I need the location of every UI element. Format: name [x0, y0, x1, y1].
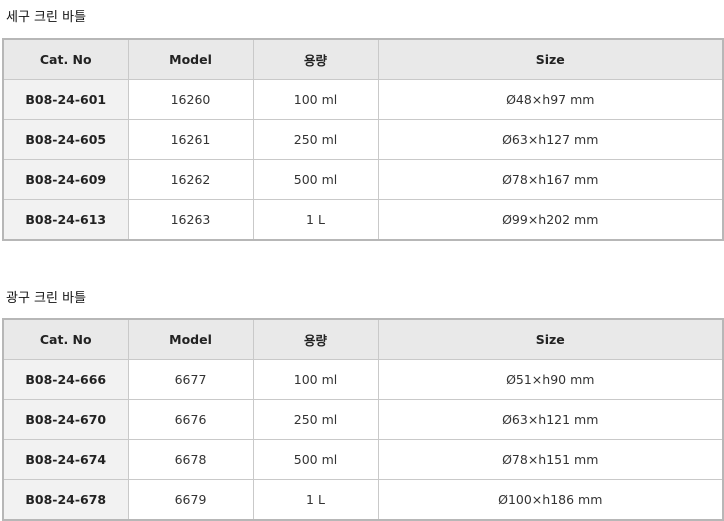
cell-model: 6678 [127, 439, 254, 480]
header-size: Size [377, 318, 724, 360]
header-cat-no: Cat. No [2, 318, 129, 360]
cell-capacity: 1 L [252, 199, 379, 241]
header-capacity: 용량 [252, 318, 379, 360]
cell-cat-no: B08-24-666 [2, 359, 129, 400]
spec-table-narrow-neck: Cat. No Model 용량 Size B08-24-601 16260 1… [2, 38, 724, 241]
cell-model: 16262 [127, 159, 254, 200]
table-row: B08-24-674 6678 500 ml Ø78×h151 mm [2, 439, 724, 480]
header-size: Size [377, 38, 724, 80]
spec-table-wide-neck: Cat. No Model 용량 Size B08-24-666 6677 10… [2, 318, 724, 521]
cell-model: 6679 [127, 479, 254, 521]
cell-cat-no: B08-24-674 [2, 439, 129, 480]
cell-cat-no: B08-24-670 [2, 399, 129, 440]
cell-size: Ø78×h151 mm [377, 439, 724, 480]
cell-size: Ø63×h127 mm [377, 119, 724, 160]
cell-size: Ø48×h97 mm [377, 79, 724, 120]
cell-size: Ø99×h202 mm [377, 199, 724, 241]
cell-capacity: 500 ml [252, 439, 379, 480]
section-title-wide-neck: 광구 크린 바틀 [6, 291, 87, 306]
table-row: B08-24-601 16260 100 ml Ø48×h97 mm [2, 79, 724, 120]
table-row: B08-24-678 6679 1 L Ø100×h186 mm [2, 479, 724, 521]
cell-size: Ø100×h186 mm [377, 479, 724, 521]
table-row: B08-24-609 16262 500 ml Ø78×h167 mm [2, 159, 724, 200]
cell-model: 16261 [127, 119, 254, 160]
cell-capacity: 100 ml [252, 79, 379, 120]
cell-cat-no: B08-24-601 [2, 79, 129, 120]
cell-model: 16263 [127, 199, 254, 241]
table-row: B08-24-666 6677 100 ml Ø51×h90 mm [2, 359, 724, 400]
header-capacity: 용량 [252, 38, 379, 80]
cell-model: 6677 [127, 359, 254, 400]
cell-model: 16260 [127, 79, 254, 120]
table-row: B08-24-613 16263 1 L Ø99×h202 mm [2, 199, 724, 241]
cell-cat-no: B08-24-613 [2, 199, 129, 241]
cell-capacity: 250 ml [252, 399, 379, 440]
table-row: B08-24-670 6676 250 ml Ø63×h121 mm [2, 399, 724, 440]
cell-size: Ø78×h167 mm [377, 159, 724, 200]
cell-size: Ø63×h121 mm [377, 399, 724, 440]
cell-capacity: 1 L [252, 479, 379, 521]
table-header-row: Cat. No Model 용량 Size [2, 38, 724, 80]
cell-size: Ø51×h90 mm [377, 359, 724, 400]
cell-cat-no: B08-24-605 [2, 119, 129, 160]
cell-model: 6676 [127, 399, 254, 440]
cell-capacity: 100 ml [252, 359, 379, 400]
section-title-narrow-neck: 세구 크린 바틀 [6, 10, 87, 25]
header-cat-no: Cat. No [2, 38, 129, 80]
table-header-row: Cat. No Model 용량 Size [2, 318, 724, 360]
header-model: Model [127, 38, 254, 80]
cell-capacity: 250 ml [252, 119, 379, 160]
cell-capacity: 500 ml [252, 159, 379, 200]
cell-cat-no: B08-24-678 [2, 479, 129, 521]
table-row: B08-24-605 16261 250 ml Ø63×h127 mm [2, 119, 724, 160]
header-model: Model [127, 318, 254, 360]
cell-cat-no: B08-24-609 [2, 159, 129, 200]
